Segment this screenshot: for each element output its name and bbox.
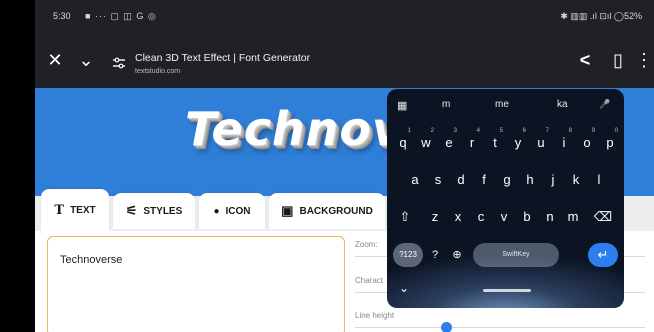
site-logo[interactable]: Technov — [185, 102, 403, 156]
key-label: t — [493, 135, 497, 150]
key-number-hint: 1 — [407, 128, 411, 134]
page-url: textstudio.com — [135, 68, 181, 75]
bookmark-icon[interactable]: ▯ — [606, 48, 630, 72]
browser-toolbar: ✕ ⌄ Clean 3D Text Effect | Font Generato… — [35, 34, 654, 88]
keyboard-row-1: q1w2e3r4t5y6u7i8o9p0 — [387, 128, 624, 157]
text-input[interactable]: Technoverse — [47, 236, 345, 332]
key-number-hint: 3 — [453, 128, 457, 134]
image-icon: ▣ — [281, 203, 294, 218]
key-w[interactable]: w2 — [416, 128, 436, 155]
symbols-key[interactable]: ?123 — [393, 243, 423, 267]
key-a[interactable]: a — [405, 168, 425, 192]
key-number-hint: 4 — [476, 128, 480, 134]
tab-styles[interactable]: ⚟ STYLES — [113, 193, 195, 229]
status-bar: 5:30 ■ ··· ▢ ◫ G ◎ ✱ ▥▥ .ıl ⊡ıl ◯52% — [35, 0, 654, 34]
key-number-hint: 9 — [591, 128, 595, 134]
menu-icon[interactable]: ⋮ — [635, 48, 653, 72]
page-title: Clean 3D Text Effect | Font Generator — [135, 52, 311, 64]
key-t[interactable]: t5 — [485, 128, 505, 155]
keyboard-row-3: ⇧ ⌫ zxcvbnm — [387, 205, 624, 231]
key-l[interactable]: l — [589, 168, 609, 192]
key-z[interactable]: z — [425, 205, 445, 229]
shift-key-icon[interactable]: ⇧ — [395, 205, 415, 229]
key-u[interactable]: u7 — [531, 128, 551, 155]
tab-icon[interactable]: ● ICON — [199, 193, 265, 229]
key-v[interactable]: v — [494, 205, 514, 229]
zoom-label: Zoom: — [355, 240, 378, 249]
key-y[interactable]: y6 — [508, 128, 528, 155]
chevron-down-icon[interactable]: ⌄ — [74, 48, 98, 72]
key-label: r — [469, 135, 475, 150]
suggestion-1[interactable]: m — [442, 99, 450, 110]
drop-icon: ● — [213, 205, 220, 217]
punctuation-key[interactable]: ? — [425, 243, 445, 267]
close-icon[interactable]: ✕ — [43, 48, 67, 72]
key-label: q — [399, 135, 407, 150]
backspace-key-icon[interactable]: ⌫ — [593, 205, 613, 229]
mic-icon[interactable]: 🎤 — [599, 99, 610, 110]
key-s[interactable]: s — [428, 168, 448, 192]
tab-styles-label: STYLES — [143, 205, 183, 217]
key-e[interactable]: e3 — [439, 128, 459, 155]
key-label: i — [562, 135, 566, 150]
tab-text[interactable]: T TEXT — [41, 189, 109, 231]
key-b[interactable]: b — [517, 205, 537, 229]
key-number-hint: 8 — [568, 128, 572, 134]
key-c[interactable]: c — [471, 205, 491, 229]
key-r[interactable]: r4 — [462, 128, 482, 155]
key-n[interactable]: n — [540, 205, 560, 229]
share-icon[interactable]: < — [573, 48, 597, 72]
key-label: y — [514, 135, 522, 150]
globe-icon[interactable]: ⊕ — [447, 243, 467, 267]
space-key[interactable]: SwiftKey — [473, 243, 559, 267]
key-q[interactable]: q1 — [393, 128, 413, 155]
on-screen-keyboard: ▦ m me ka 🎤 q1w2e3r4t5y6u7i8o9p0 asdfghj… — [387, 89, 624, 308]
site-settings-icon[interactable] — [112, 57, 126, 69]
line-height-label: Line height — [355, 311, 395, 320]
key-number-hint: 0 — [614, 128, 618, 134]
key-f[interactable]: f — [474, 168, 494, 192]
tab-icon-label: ICON — [225, 205, 251, 217]
key-number-hint: 5 — [499, 128, 503, 134]
key-k[interactable]: k — [566, 168, 586, 192]
keyboard-handle[interactable] — [483, 289, 531, 292]
tab-text-label: TEXT — [70, 204, 96, 216]
key-p[interactable]: p0 — [600, 128, 620, 155]
tab-background[interactable]: ▣ BACKGROUND — [269, 193, 385, 229]
sliders-icon: ⚟ — [125, 203, 138, 218]
key-label: e — [445, 135, 453, 150]
collapse-keyboard-icon[interactable]: ⌄ — [399, 281, 409, 295]
character-spacing-label: Charact — [355, 276, 384, 285]
key-number-hint: 7 — [545, 128, 549, 134]
text-input-value: Technoverse — [60, 254, 123, 266]
key-g[interactable]: g — [497, 168, 517, 192]
key-label: p — [606, 135, 614, 150]
suggestion-3[interactable]: ka — [557, 99, 568, 110]
key-d[interactable]: d — [451, 168, 471, 192]
key-o[interactable]: o9 — [577, 128, 597, 155]
tab-background-label: BACKGROUND — [299, 205, 373, 217]
key-label: w — [421, 135, 431, 150]
suggestion-2[interactable]: me — [495, 99, 509, 110]
keyboard-row-2: asdfghjkl — [387, 168, 624, 194]
key-number-hint: 6 — [522, 128, 526, 134]
keyboard-suggestion-bar: ▦ m me ka 🎤 — [387, 89, 624, 123]
phone-screen: 5:30 ■ ··· ▢ ◫ G ◎ ✱ ▥▥ .ıl ⊡ıl ◯52% ✕ ⌄… — [35, 0, 654, 332]
key-h[interactable]: h — [520, 168, 540, 192]
status-time: 5:30 — [53, 11, 71, 21]
key-x[interactable]: x — [448, 205, 468, 229]
enter-key-icon[interactable]: ↵ — [588, 243, 618, 267]
text-icon: T — [54, 202, 65, 218]
key-i[interactable]: i8 — [554, 128, 574, 155]
key-m[interactable]: m — [563, 205, 583, 229]
grid-icon[interactable]: ▦ — [397, 99, 407, 112]
line-height-slider[interactable] — [355, 327, 645, 328]
key-label: u — [537, 135, 545, 150]
line-height-slider-thumb[interactable] — [441, 322, 452, 332]
key-label: o — [583, 135, 591, 150]
system-status-icons: ✱ ▥▥ .ıl ⊡ıl ◯52% — [560, 11, 642, 21]
notification-icons: ■ ··· ▢ ◫ G ◎ — [85, 11, 157, 21]
key-number-hint: 2 — [430, 128, 434, 134]
key-j[interactable]: j — [543, 168, 563, 192]
